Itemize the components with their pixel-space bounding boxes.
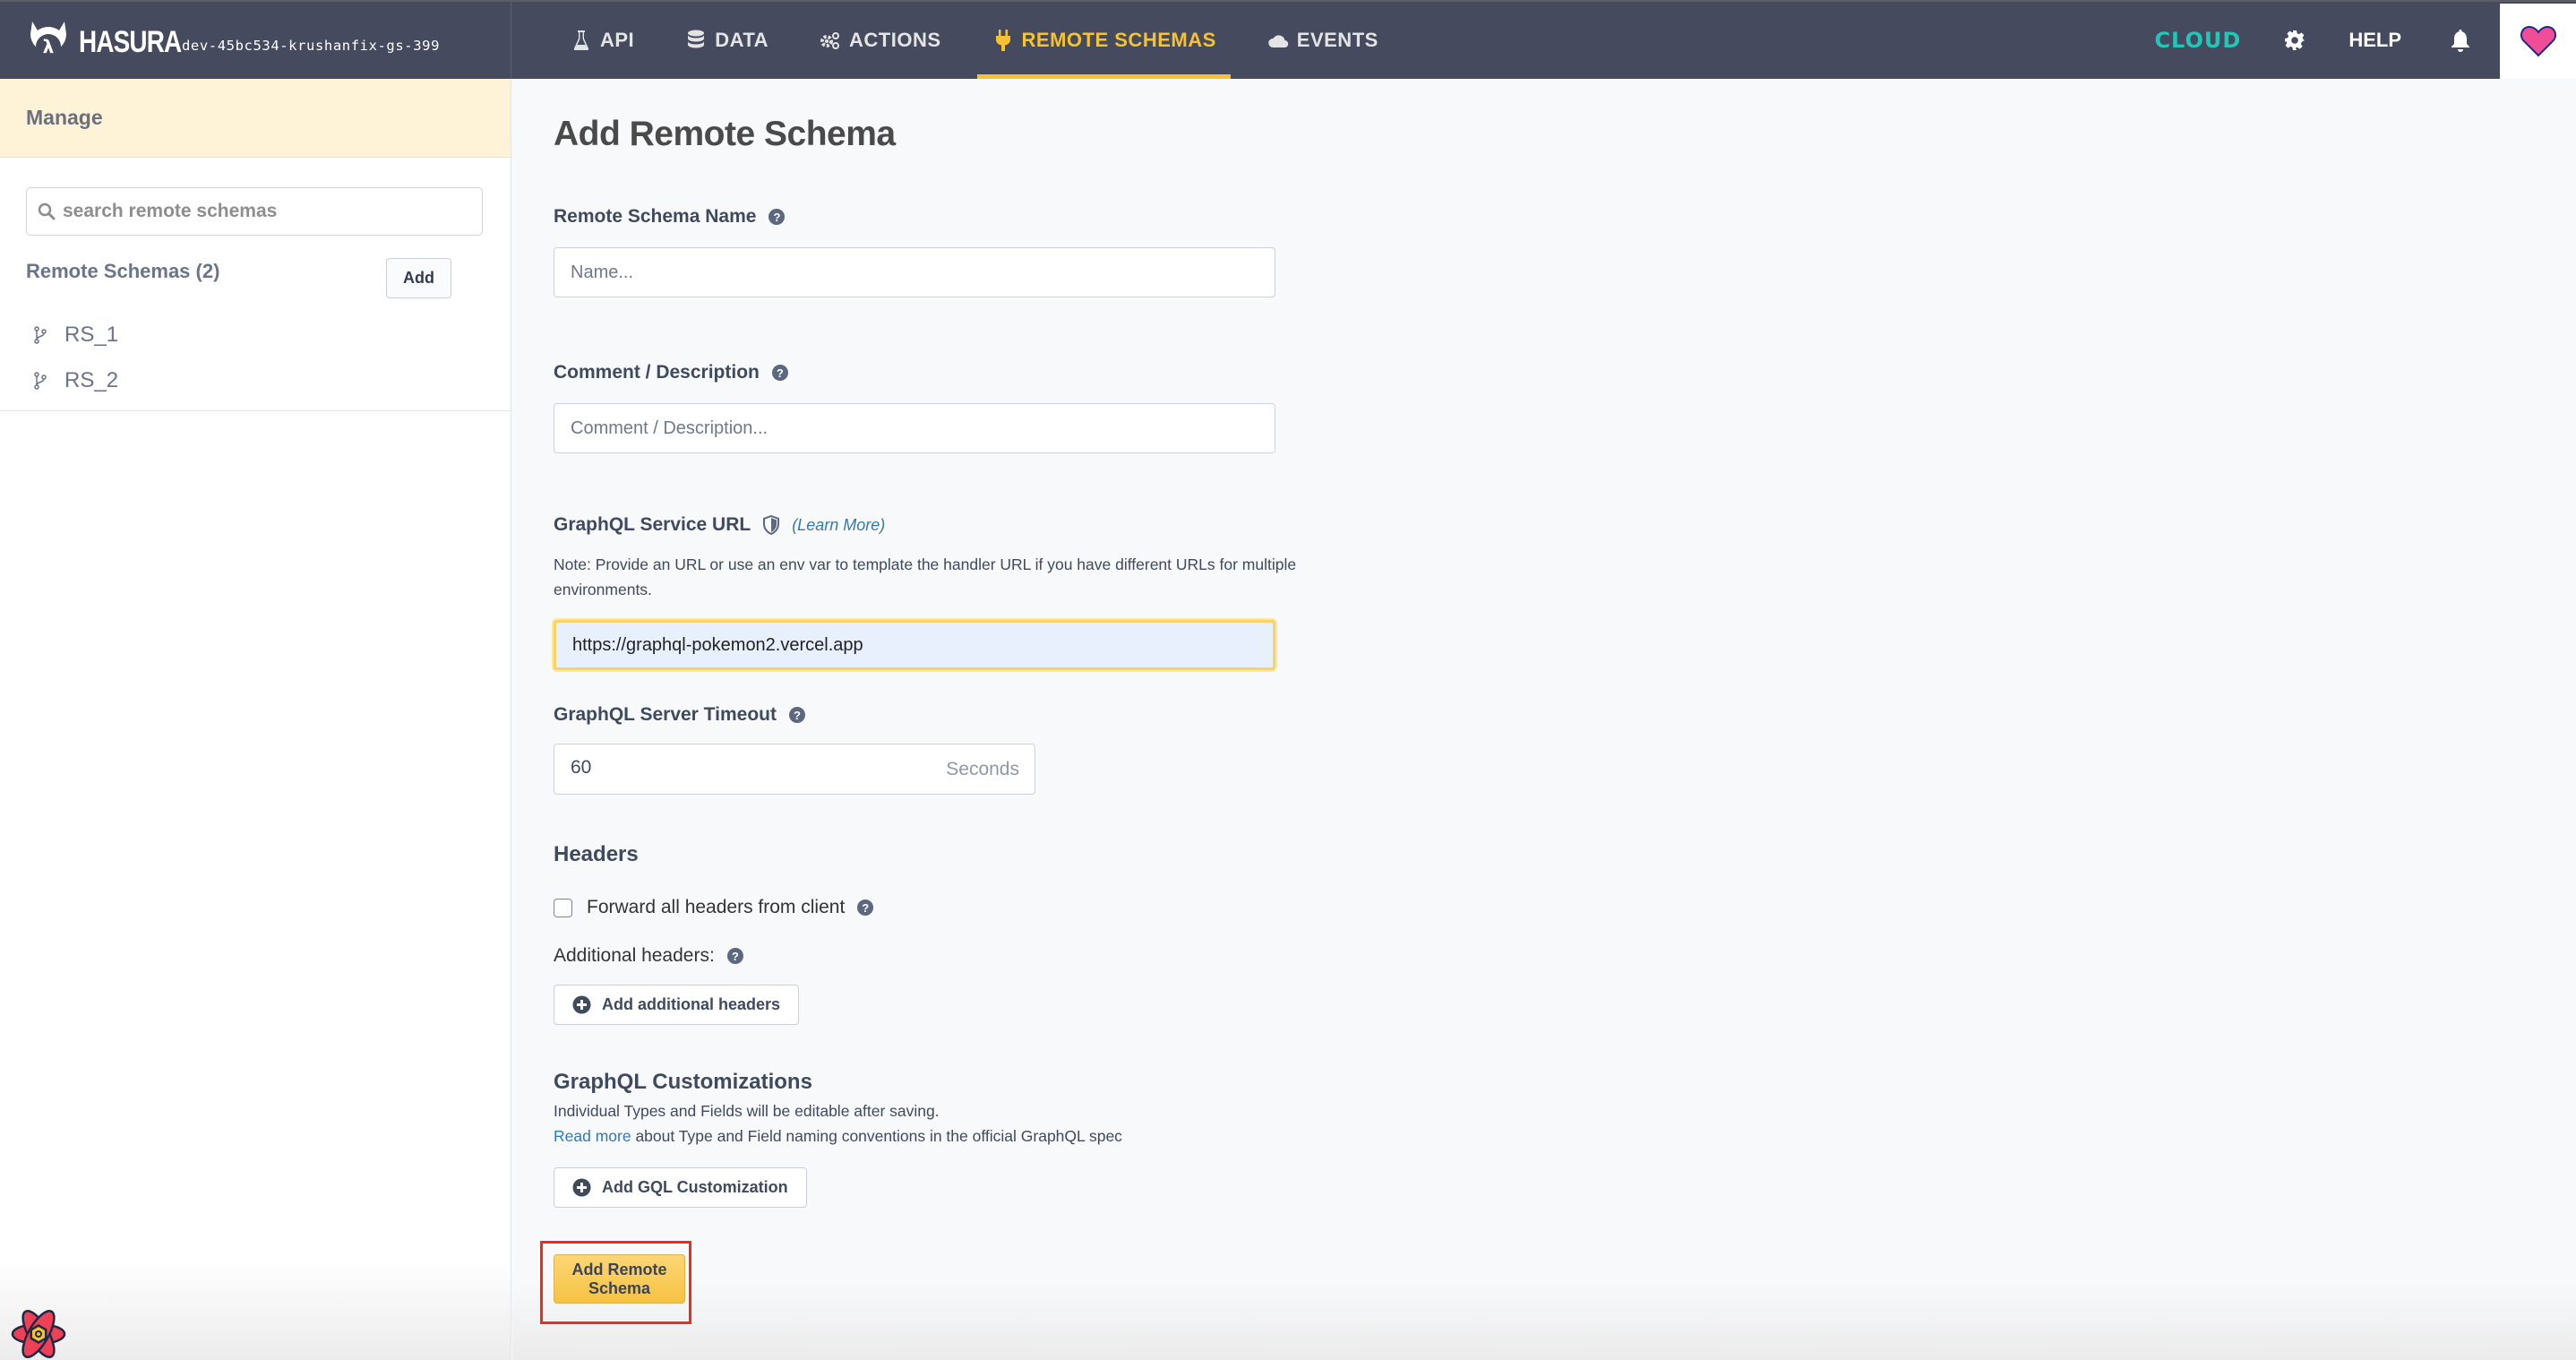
project-name: dev-45bc534-krushanfix-gs-399: [182, 38, 441, 54]
learn-more-link[interactable]: (Learn More): [792, 516, 885, 535]
button-label: Add additional headers: [602, 995, 781, 1013]
timeout-input[interactable]: [571, 757, 839, 779]
nav-events-label: EVENTS: [1296, 29, 1378, 51]
help-icon[interactable]: ?: [771, 365, 788, 381]
help-icon[interactable]: ?: [788, 707, 805, 723]
page-title: Add Remote Schema: [554, 115, 896, 153]
nav-remote-schemas[interactable]: REMOTE SCHEMAS: [976, 2, 1232, 79]
customizations-read-more: Read more about Type and Field naming co…: [554, 1127, 1122, 1146]
schema-name: RS_1: [64, 322, 119, 347]
react-devtools-icon[interactable]: [9, 1304, 68, 1360]
additional-headers-label: Additional headers: ?: [554, 945, 743, 967]
forward-headers-label: Forward all headers from client: [587, 897, 846, 917]
button-label: Add GQL Customization: [602, 1178, 788, 1196]
help-icon[interactable]: ?: [857, 899, 874, 916]
headers-heading: Headers: [554, 842, 639, 866]
graphql-service-url-label: GraphQL Service URL (Learn More): [554, 514, 885, 536]
remote-schemas-count-title: Remote Schemas (2): [26, 260, 220, 282]
remote-schemas-list: RS_1 RS_2: [34, 312, 118, 403]
search-remote-schemas-input[interactable]: [63, 201, 457, 222]
nav-actions-label: ACTIONS: [849, 29, 941, 51]
nav-api[interactable]: API: [555, 2, 648, 79]
plus-circle-icon: [572, 1178, 591, 1197]
list-item-rs-2[interactable]: RS_2: [34, 357, 118, 403]
add-gql-customization-button[interactable]: Add GQL Customization: [554, 1167, 807, 1208]
comment-description-input[interactable]: [554, 403, 1275, 453]
sidebar-manage-header[interactable]: Manage: [0, 79, 511, 158]
nav-data-label: DATA: [715, 29, 769, 51]
plug-icon: [992, 29, 1015, 52]
main-content: Add Remote Schema Remote Schema Name ? C…: [512, 79, 2576, 1360]
search-box: [26, 187, 483, 236]
nav-actions[interactable]: ACTIONS: [804, 2, 956, 79]
graphql-server-timeout-label: GraphQL Server Timeout ?: [554, 704, 805, 726]
sidebar-divider: [0, 410, 511, 411]
add-remote-schema-sidebar-button[interactable]: Add: [386, 258, 451, 298]
avatar[interactable]: [2500, 4, 2576, 79]
comment-description-label: Comment / Description ?: [554, 362, 788, 383]
gear-icon[interactable]: [2284, 30, 2306, 51]
code-branch-icon: [34, 371, 47, 390]
top-navbar: λ HASURA dev-45bc534-krushanfix-gs-399 A…: [0, 0, 2576, 79]
label-text: GraphQL Service URL: [554, 514, 751, 535]
cloud-link[interactable]: CLOUD: [2154, 28, 2241, 53]
nav-api-label: API: [600, 29, 635, 51]
svg-text:λ: λ: [43, 36, 55, 57]
nav-right: CLOUD HELP: [2154, 2, 2576, 79]
cloud-icon: [1267, 29, 1290, 52]
heart-icon: [2520, 25, 2556, 57]
add-remote-schema-submit-button[interactable]: Add Remote Schema: [554, 1254, 685, 1304]
cogs-icon: [819, 29, 842, 52]
label-text: GraphQL Server Timeout: [554, 704, 777, 725]
schema-name: RS_2: [64, 367, 119, 392]
nav-events[interactable]: EVENTS: [1252, 2, 1393, 79]
graphql-service-url-input[interactable]: [554, 620, 1275, 670]
brand-name: HASURA: [79, 25, 182, 59]
hasura-logo-icon: λ: [30, 22, 66, 59]
forward-headers-row: Forward all headers from client ?: [554, 897, 874, 918]
remote-schema-name-input[interactable]: [554, 247, 1275, 297]
list-item-rs-1[interactable]: RS_1: [34, 312, 118, 357]
graphql-customizations-heading: GraphQL Customizations: [554, 1070, 812, 1094]
help-icon[interactable]: ?: [726, 948, 743, 964]
url-note: Note: Provide an URL or use an env var t…: [554, 555, 1297, 598]
add-additional-headers-button[interactable]: Add additional headers: [554, 985, 800, 1025]
read-more-link[interactable]: Read more: [554, 1127, 631, 1145]
sidebar: Manage Remote Schemas (2) Add RS_1 RS_2: [0, 79, 511, 1360]
forward-headers-checkbox[interactable]: [554, 898, 572, 917]
customizations-note: Individual Types and Fields will be edit…: [554, 1102, 940, 1120]
bell-icon[interactable]: [2450, 28, 2471, 53]
manage-label: Manage: [26, 106, 103, 129]
label-text: Additional headers:: [554, 945, 715, 966]
label-text: Comment / Description: [554, 362, 760, 383]
timeout-unit: Seconds: [946, 759, 1019, 779]
shield-icon[interactable]: [763, 515, 780, 535]
help-icon[interactable]: ?: [769, 209, 786, 225]
search-icon: [38, 202, 56, 220]
plus-circle-icon: [572, 995, 591, 1014]
nav-remote-schemas-label: REMOTE SCHEMAS: [1021, 29, 1216, 51]
nav-data[interactable]: DATA: [670, 2, 783, 79]
main-nav: API DATA ACTIONS REMOTE SCHEMAS EVENTS: [555, 2, 1414, 79]
help-link[interactable]: HELP: [2348, 29, 2401, 52]
flask-icon: [570, 29, 593, 52]
database-icon: [684, 29, 708, 52]
brand[interactable]: λ HASURA dev-45bc534-krushanfix-gs-399: [0, 2, 511, 79]
timeout-field: Seconds: [554, 744, 1035, 795]
read-more-text: about Type and Field naming conventions …: [631, 1127, 1122, 1145]
remote-schema-name-label: Remote Schema Name ?: [554, 206, 786, 228]
label-text: Remote Schema Name: [554, 206, 757, 227]
code-branch-icon: [34, 325, 47, 344]
